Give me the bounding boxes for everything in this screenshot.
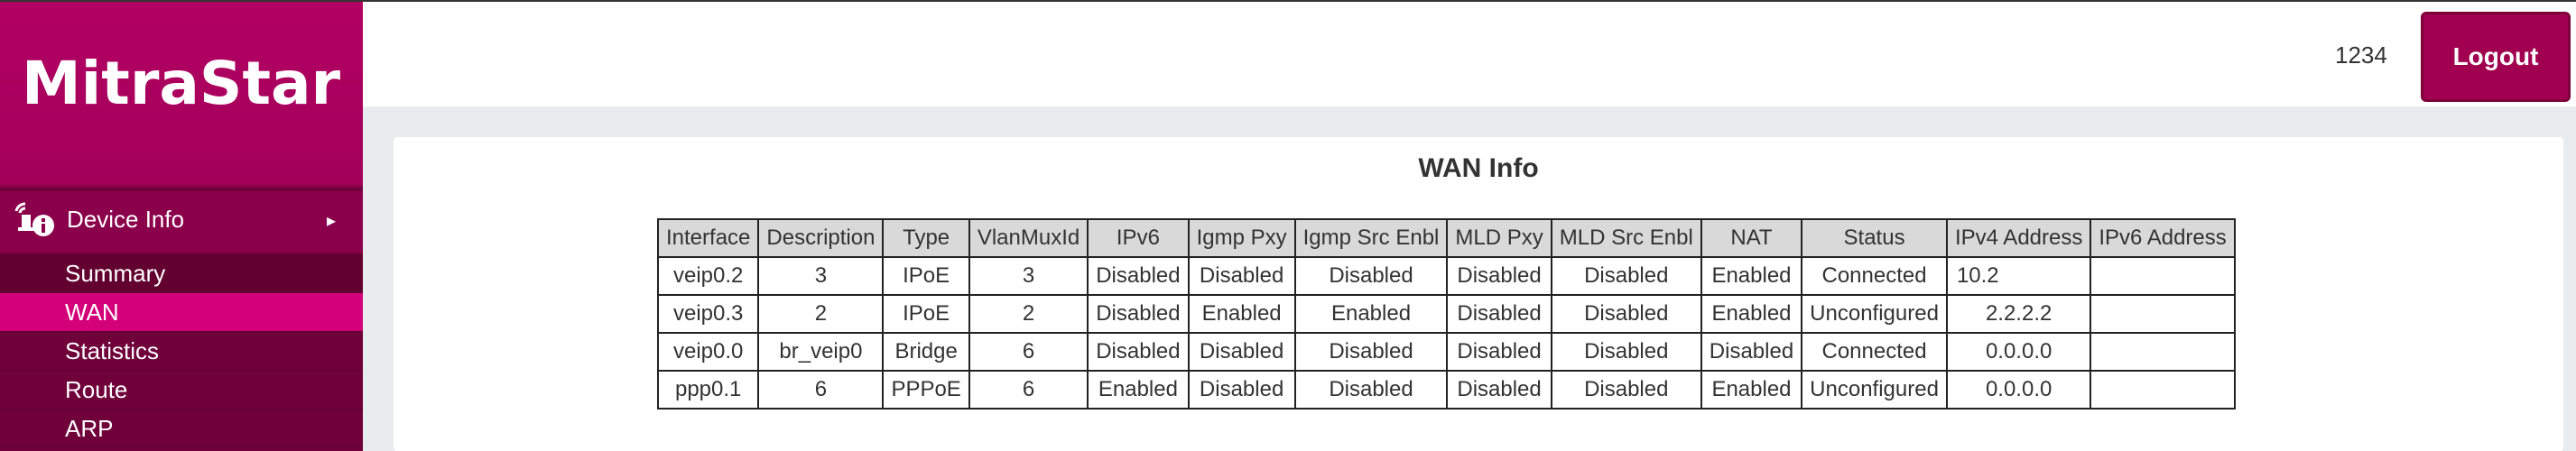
- table-cell: 6: [968, 370, 1089, 410]
- col-header-mld-src-enbl: MLD Src Enbl: [1550, 218, 1702, 258]
- table-cell: br_veip0: [757, 332, 885, 372]
- sidebar-section-label: Device Info: [67, 206, 185, 233]
- col-header-mld-pxy: MLD Pxy: [1446, 218, 1552, 258]
- table-cell: Enabled: [1293, 294, 1449, 334]
- table-cell: 3: [968, 256, 1089, 296]
- table-cell: Unconfigured: [1801, 294, 1948, 334]
- table-cell: 2: [757, 294, 885, 334]
- table-cell: [2090, 370, 2236, 410]
- table-cell: 0.0.0.0: [1945, 370, 2092, 410]
- table-row: veip0.2 3 IPoE 3 Disabled Disabled Disab…: [656, 256, 2236, 296]
- col-header-ipv4-address: IPv4 Address: [1945, 218, 2092, 258]
- table-cell: Disabled: [1446, 370, 1552, 410]
- sidebar-item-wan[interactable]: WAN: [0, 293, 363, 332]
- col-header-igmp-pxy: Igmp Pxy: [1187, 218, 1296, 258]
- table-cell: Disabled: [1550, 294, 1702, 334]
- table-cell: 2: [968, 294, 1089, 334]
- device-info-icon: [9, 202, 56, 242]
- table-header-row: Interface Description Type VlanMuxId IPv…: [656, 218, 2236, 258]
- sidebar-item-summary[interactable]: Summary: [0, 254, 363, 293]
- table-cell: Disabled: [1293, 332, 1449, 372]
- table-cell: Enabled: [1700, 370, 1803, 410]
- table-cell: Disabled: [1446, 332, 1552, 372]
- table-cell: Disabled: [1446, 294, 1552, 334]
- table-cell: Disabled: [1550, 332, 1702, 372]
- sidebar-section-device-info[interactable]: Device Info ▸: [0, 191, 363, 253]
- col-header-ipv6-address: IPv6 Address: [2090, 218, 2236, 258]
- table-cell: Enabled: [1087, 370, 1190, 410]
- sidebar-item-route[interactable]: Route: [0, 371, 363, 410]
- table-cell: Disabled: [1087, 332, 1190, 372]
- table-cell: Disabled: [1087, 256, 1190, 296]
- table-cell: Disabled: [1187, 256, 1296, 296]
- table-cell: Enabled: [1700, 256, 1803, 296]
- table-cell: 6: [757, 370, 885, 410]
- sidebar-item-arp[interactable]: ARP: [0, 410, 363, 448]
- sidebar: MitraStar Device Info ▸ Summary WAN Stat…: [0, 2, 363, 451]
- col-header-interface: Interface: [656, 218, 760, 258]
- sidebar-submenu: Summary WAN Statistics Route ARP: [0, 254, 363, 448]
- table-cell: Disabled: [1550, 256, 1702, 296]
- col-header-status: Status: [1801, 218, 1948, 258]
- table-cell: 10.2: [1945, 256, 2092, 296]
- table-cell: PPPoE: [882, 370, 970, 410]
- table-cell: 2.2.2.2: [1945, 294, 2092, 334]
- table-cell: [2090, 294, 2236, 334]
- col-header-type: Type: [882, 218, 970, 258]
- table-cell: veip0.0: [656, 332, 760, 372]
- page-title: WAN Info: [1418, 153, 1539, 183]
- content-panel: WAN Info Interface Description Type Vlan…: [394, 137, 2563, 451]
- table-cell: Connected: [1801, 256, 1948, 296]
- table-cell: Unconfigured: [1801, 370, 1948, 410]
- table-cell: [2090, 332, 2236, 372]
- wan-info-table: Interface Description Type VlanMuxId IPv…: [656, 218, 2236, 410]
- table-cell: [2090, 256, 2236, 296]
- table-cell: Disabled: [1187, 332, 1296, 372]
- brand-logo: MitraStar: [22, 49, 341, 118]
- table-cell: Enabled: [1700, 294, 1803, 334]
- table-cell: Connected: [1801, 332, 1948, 372]
- table-cell: Disabled: [1700, 332, 1803, 372]
- sidebar-item-statistics[interactable]: Statistics: [0, 332, 363, 371]
- logout-button[interactable]: Logout: [2421, 12, 2571, 102]
- table-cell: Bridge: [882, 332, 970, 372]
- table-cell: Disabled: [1550, 370, 1702, 410]
- top-header: 1234 Logout: [363, 2, 2576, 106]
- table-cell: IPoE: [882, 256, 970, 296]
- table-row: veip0.0 br_veip0 Bridge 6 Disabled Disab…: [656, 332, 2236, 372]
- col-header-ipv6: IPv6: [1087, 218, 1190, 258]
- table-cell: Disabled: [1293, 256, 1449, 296]
- table-cell: Disabled: [1293, 370, 1449, 410]
- chevron-right-icon: ▸: [327, 211, 337, 231]
- table-cell: 0.0.0.0: [1945, 332, 2092, 372]
- table-cell: veip0.3: [656, 294, 760, 334]
- user-id: 1234: [2335, 41, 2387, 69]
- table-cell: Disabled: [1187, 370, 1296, 410]
- table-cell: Enabled: [1187, 294, 1296, 334]
- col-header-igmp-src-enbl: Igmp Src Enbl: [1293, 218, 1449, 258]
- table-cell: ppp0.1: [656, 370, 760, 410]
- table-cell: Disabled: [1087, 294, 1190, 334]
- col-header-description: Description: [757, 218, 885, 258]
- brand-header: MitraStar: [0, 2, 363, 188]
- table-cell: 6: [968, 332, 1089, 372]
- table-row: ppp0.1 6 PPPoE 6 Enabled Disabled Disabl…: [656, 370, 2236, 410]
- table-cell: veip0.2: [656, 256, 760, 296]
- table-cell: IPoE: [882, 294, 970, 334]
- table-cell: 3: [757, 256, 885, 296]
- col-header-vlanmuxid: VlanMuxId: [968, 218, 1089, 258]
- col-header-nat: NAT: [1700, 218, 1803, 258]
- table-row: veip0.3 2 IPoE 2 Disabled Enabled Enable…: [656, 294, 2236, 334]
- table-cell: Disabled: [1446, 256, 1552, 296]
